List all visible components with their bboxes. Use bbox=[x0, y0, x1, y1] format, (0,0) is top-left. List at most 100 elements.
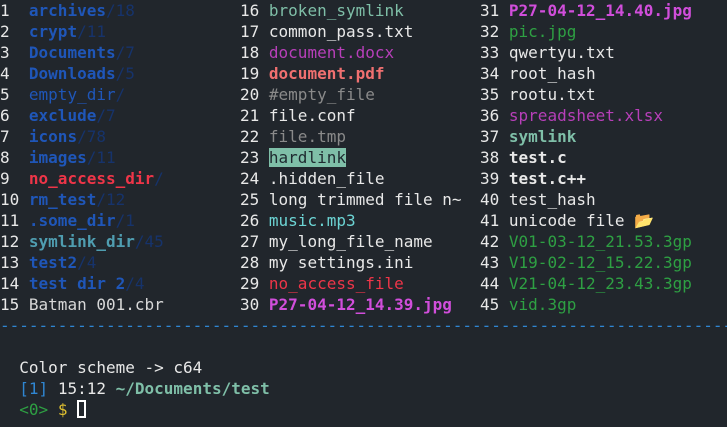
file-name: P27-04-12_14.39.jpg bbox=[268, 295, 452, 314]
file-entry[interactable]: 5 empty_dir/ bbox=[0, 84, 125, 105]
file-entry[interactable]: 10 rm_test/12 bbox=[0, 189, 125, 210]
file-name: test_hash bbox=[508, 190, 596, 209]
separator-line: ----------------------------------------… bbox=[0, 316, 727, 335]
file-entry[interactable]: 39 test.c++ bbox=[480, 168, 586, 189]
file-entry[interactable]: 36 spreadsheet.xlsx bbox=[480, 105, 663, 126]
status-message: Color scheme -> c64 bbox=[0, 336, 202, 377]
file-entry[interactable]: 29 no_access_file bbox=[240, 273, 404, 294]
file-entry[interactable]: 41 unicode file 📂 bbox=[480, 210, 654, 231]
file-entry[interactable]: 16 broken_symlink bbox=[240, 0, 404, 21]
file-entry[interactable]: 26 music.mp3 bbox=[240, 210, 356, 231]
file-name: crypt bbox=[28, 22, 78, 41]
file-entry[interactable]: 2 crypt/11 bbox=[0, 21, 106, 42]
file-entry[interactable]: 18 document.docx bbox=[240, 42, 394, 63]
file-entry[interactable]: 40 test_hash bbox=[480, 189, 596, 210]
text-cursor[interactable] bbox=[77, 400, 87, 418]
file-entry[interactable]: 7 icons/78 bbox=[0, 126, 106, 147]
file-index: 37 bbox=[480, 127, 500, 146]
file-entry[interactable]: 37 symlink bbox=[480, 126, 576, 147]
file-name: broken_symlink bbox=[268, 1, 404, 20]
file-entry[interactable]: 32 pic.jpg bbox=[480, 21, 576, 42]
file-index: 32 bbox=[480, 22, 500, 41]
file-index: 1 bbox=[0, 1, 10, 20]
file-name: common_pass.txt bbox=[268, 22, 414, 41]
file-index: 3 bbox=[0, 43, 10, 62]
file-entry[interactable]: 4 Downloads/5 bbox=[0, 63, 135, 84]
file-name: spreadsheet.xlsx bbox=[508, 106, 664, 125]
file-entry[interactable]: 13 test2/4 bbox=[0, 252, 96, 273]
file-index: 23 bbox=[240, 148, 260, 167]
file-count: / bbox=[115, 85, 126, 104]
file-entry[interactable]: 23 hardlink bbox=[240, 147, 346, 168]
file-name: Batman 001.cbr bbox=[28, 295, 164, 314]
status-path: ~/Documents/test bbox=[115, 379, 270, 398]
file-entry[interactable]: 1 archives/18 bbox=[0, 0, 135, 21]
file-count: /1 bbox=[115, 211, 135, 230]
file-entry[interactable]: 45 vid.3gp bbox=[480, 294, 576, 315]
file-entry[interactable]: 19 document.pdf bbox=[240, 63, 385, 84]
file-index: 35 bbox=[480, 85, 500, 104]
file-entry[interactable]: 30 P27-04-12_14.39.jpg bbox=[240, 294, 452, 315]
file-name: qwertyu.txt bbox=[508, 43, 615, 62]
file-count: /12 bbox=[96, 190, 126, 209]
file-entry[interactable]: 35 rootu.txt bbox=[480, 84, 596, 105]
file-entry[interactable]: 31 P27-04-12_14.40.jpg bbox=[480, 0, 692, 21]
file-entry[interactable]: 24 .hidden_file bbox=[240, 168, 385, 189]
file-index: 12 bbox=[0, 232, 20, 251]
file-name: .hidden_file bbox=[268, 169, 385, 188]
file-entry[interactable]: 8 images/11 bbox=[0, 147, 116, 168]
file-index: 39 bbox=[480, 169, 500, 188]
file-index: 26 bbox=[240, 211, 260, 230]
file-entry[interactable]: 6 exclude/7 bbox=[0, 105, 116, 126]
file-entry[interactable]: 21 file.conf bbox=[240, 105, 356, 126]
file-index: 30 bbox=[240, 295, 260, 314]
file-name: music.mp3 bbox=[268, 211, 356, 230]
file-name: test dir 2 bbox=[28, 274, 126, 293]
file-index: 25 bbox=[240, 190, 260, 209]
prompt-line[interactable]: <0> $ bbox=[0, 378, 87, 419]
file-index: 16 bbox=[240, 1, 260, 20]
file-name: V19-02-12_15.22.3gp bbox=[508, 253, 692, 272]
file-count: /7 bbox=[96, 106, 116, 125]
file-entry[interactable]: 14 test dir 2/4 bbox=[0, 273, 145, 294]
file-index: 19 bbox=[240, 64, 260, 83]
file-entry[interactable]: 15 Batman 001.cbr bbox=[0, 294, 164, 315]
file-entry[interactable]: 44 V21-04-12_23.43.3gp bbox=[480, 273, 692, 294]
file-entry[interactable]: 25 long trimmed file n~ bbox=[240, 189, 462, 210]
file-entry[interactable]: 27 my_long_file_name bbox=[240, 231, 433, 252]
file-name: .some_dir bbox=[28, 211, 116, 230]
file-name: root_hash bbox=[508, 64, 596, 83]
file-index: 38 bbox=[480, 148, 500, 167]
file-count: /4 bbox=[77, 253, 97, 272]
file-entry[interactable]: 17 common_pass.txt bbox=[240, 21, 413, 42]
file-name: no_access_dir bbox=[28, 169, 155, 188]
file-entry[interactable]: 42 V01-03-12_21.53.3gp bbox=[480, 231, 692, 252]
file-entry[interactable]: 22 file.tmp bbox=[240, 126, 346, 147]
file-count: /11 bbox=[86, 148, 116, 167]
file-entry[interactable]: 38 test.c bbox=[480, 147, 567, 168]
file-entry[interactable]: 9 no_access_dir/ bbox=[0, 168, 164, 189]
file-count: /45 bbox=[134, 232, 164, 251]
file-entry[interactable]: 33 qwertyu.txt bbox=[480, 42, 615, 63]
file-index: 41 bbox=[480, 211, 500, 230]
file-index: 20 bbox=[240, 85, 260, 104]
file-entry[interactable]: 34 root_hash bbox=[480, 63, 596, 84]
file-name: test.c++ bbox=[508, 169, 586, 188]
file-name: my settings.ini bbox=[268, 253, 414, 272]
file-entry[interactable]: 28 my settings.ini bbox=[240, 252, 413, 273]
file-index: 18 bbox=[240, 43, 260, 62]
file-entry[interactable]: 11 .some_dir/1 bbox=[0, 210, 135, 231]
file-name: no_access_file bbox=[268, 274, 404, 293]
prompt-count: <0> bbox=[19, 400, 49, 419]
file-name: unicode file 📂 bbox=[508, 211, 655, 230]
file-index: 22 bbox=[240, 127, 260, 146]
file-index: 9 bbox=[0, 169, 10, 188]
file-name: pic.jpg bbox=[508, 22, 577, 41]
status-bar: [1] 15:12 ~/Documents/test bbox=[0, 357, 269, 398]
file-index: 8 bbox=[0, 148, 10, 167]
file-index: 28 bbox=[240, 253, 260, 272]
file-entry[interactable]: 3 Documents/7 bbox=[0, 42, 135, 63]
file-entry[interactable]: 12 symlink_dir/45 bbox=[0, 231, 164, 252]
file-entry[interactable]: 43 V19-02-12_15.22.3gp bbox=[480, 252, 692, 273]
file-entry[interactable]: 20 #empty_file bbox=[240, 84, 375, 105]
